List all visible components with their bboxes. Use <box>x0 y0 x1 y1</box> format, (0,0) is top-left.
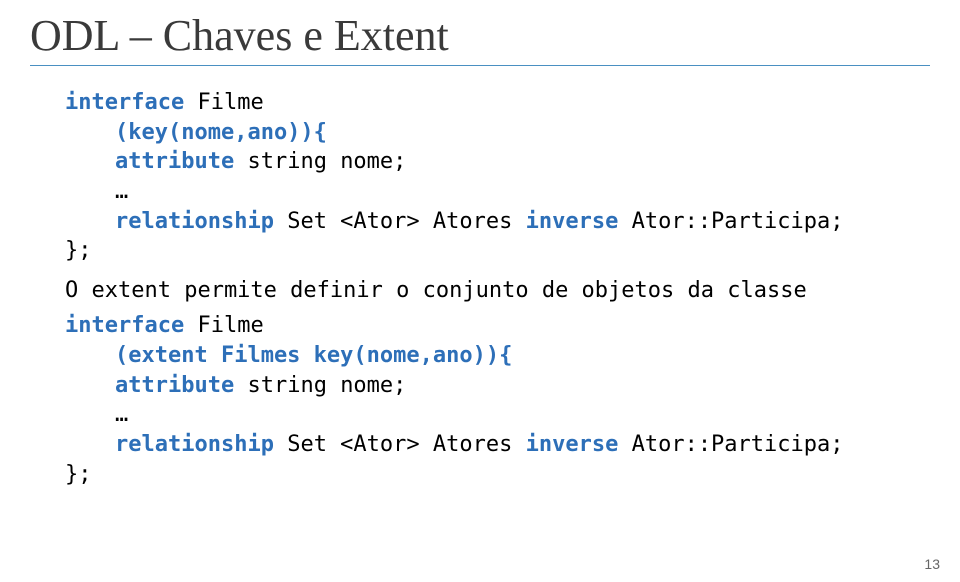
keyword-interface: interface <box>65 90 184 115</box>
keyword-relationship: relationship <box>115 209 274 234</box>
code-text: nome; <box>340 373 406 398</box>
extent-note: O extent permite definir o conjunto de o… <box>65 278 930 303</box>
code-text: Set <Ator> Atores <box>274 209 526 234</box>
keyword-inverse: inverse <box>526 209 619 234</box>
code-line: }; <box>65 236 930 266</box>
code-block-2: interface Filme (extent Filmes key(nome,… <box>65 311 930 489</box>
code-line: interface Filme <box>65 88 930 118</box>
code-line: attribute string nome; <box>115 371 930 401</box>
code-line: }; <box>65 460 930 490</box>
code-line: (extent Filmes key(nome,ano)){ <box>115 341 930 371</box>
ellipsis: … <box>115 179 128 204</box>
code-line: … <box>115 400 930 430</box>
code-line: interface Filme <box>65 311 930 341</box>
code-line: relationship Set <Ator> Atores inverse A… <box>115 430 930 460</box>
code-text: nome; <box>340 149 406 174</box>
code-text: Ator::Participa; <box>618 432 843 457</box>
code-text: string <box>234 373 340 398</box>
keyword-attribute: attribute <box>115 149 234 174</box>
code-text: Filme <box>184 90 263 115</box>
keyword-extent: (extent Filmes key(nome,ano)){ <box>115 343 512 368</box>
page-number: 13 <box>924 556 940 572</box>
keyword-attribute: attribute <box>115 373 234 398</box>
keyword-inverse: inverse <box>526 432 619 457</box>
code-line: … <box>115 177 930 207</box>
code-line: (key(nome,ano)){ <box>115 118 930 148</box>
ellipsis: … <box>115 402 128 427</box>
slide-title: ODL – Chaves e Extent <box>30 10 930 66</box>
code-line: attribute string nome; <box>115 147 930 177</box>
code-block-1: interface Filme (key(nome,ano)){ attribu… <box>65 88 930 266</box>
keyword-interface: interface <box>65 313 184 338</box>
code-line: relationship Set <Ator> Atores inverse A… <box>115 207 930 237</box>
code-text: string <box>234 149 340 174</box>
keyword-relationship: relationship <box>115 432 274 457</box>
code-text: Ator::Participa; <box>618 209 843 234</box>
code-text: Set <Ator> Atores <box>274 432 526 457</box>
keyword-key: (key(nome,ano)){ <box>115 120 327 145</box>
code-text: Filme <box>184 313 263 338</box>
